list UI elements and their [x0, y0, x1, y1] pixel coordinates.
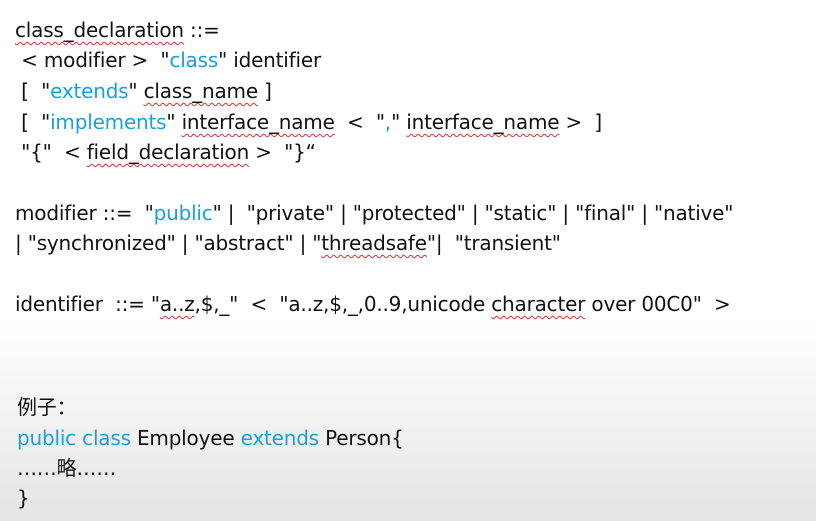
open-brace-token: "{" < [15, 140, 87, 164]
example-title: 例子： [17, 395, 77, 419]
implements-quote: " [166, 110, 182, 134]
extends-open-bracket: [ " [15, 79, 51, 103]
threadsafe-term: threadsafe [321, 231, 427, 255]
modifier-ref-text: < modifier > " [15, 48, 170, 72]
example-body: ……略…… [17, 456, 116, 480]
identifier-line: identifier ::= "a..z,$,_" < "a..z,$,_,0.… [15, 290, 731, 318]
modifier-class-line: < modifier > "class" identifier [15, 46, 321, 74]
identifier-term: identifier [15, 292, 103, 316]
keyword-public: public [153, 201, 213, 225]
field-declaration-term: field_declaration [86, 140, 250, 164]
keyword-implements: implements [50, 110, 167, 134]
implements-repeat-open: < " [334, 110, 385, 134]
example-class-name: Employee [130, 426, 241, 450]
modifier-line: modifier ::= "public" | "private" | "pro… [15, 199, 733, 227]
implements-line: [ "implements" interface_name < "," inte… [15, 108, 602, 136]
example-parent-class: Person{ [318, 426, 404, 450]
identifier-rule-2: over 00C0" > [585, 292, 731, 316]
modifier-options-1: " | "private" | "protected" | "static" |… [212, 201, 734, 225]
implements-close: > ] [559, 110, 603, 134]
class-declaration-term: class_declaration [15, 18, 184, 42]
keyword-class-example: class [82, 426, 131, 450]
modifier-options-2: | "synchronized" | "abstract" | " [15, 231, 322, 255]
identifier-rule-1: ,$,_" < "a..z,$,_,0..9,unicode [194, 292, 492, 316]
example-close-brace: } [17, 486, 30, 510]
identifier-operator: ::= " [102, 292, 160, 316]
character-term: character [491, 292, 586, 316]
modifier-definition-head: modifier ::= " [15, 201, 154, 225]
extends-line: [ "extends" class_name ] [15, 77, 272, 105]
identifier-range: a..z [159, 292, 195, 316]
extends-quote: " [128, 79, 144, 103]
slide: class_declaration ::= < modifier > "clas… [0, 0, 816, 521]
identifier-ref-text: " identifier [218, 48, 321, 72]
keyword-class: class [169, 48, 219, 72]
keyword-extends: extends [50, 79, 129, 103]
keyword-extends-example: extends [240, 426, 320, 450]
comma-quote: " [391, 110, 407, 134]
class-name-term: class_name [143, 79, 259, 103]
example-class-line: public class Employee extends Person{ [17, 424, 404, 452]
interface-name-term: interface_name [181, 110, 335, 134]
field-declaration-line: "{" < field_declaration > "}“ [15, 138, 316, 166]
class-declaration-line: class_declaration ::= [15, 16, 220, 44]
interface-name-term-repeat: interface_name [406, 110, 560, 134]
extends-close-bracket: ] [257, 79, 272, 103]
implements-open-bracket: [ " [15, 110, 51, 134]
definition-operator: ::= [183, 18, 220, 42]
keyword-public-example: public [17, 426, 76, 450]
modifier-options-3: "| "transient" [426, 231, 561, 255]
close-brace-token: > "}“ [249, 140, 316, 164]
modifier-line-2: | "synchronized" | "abstract" | "threads… [15, 229, 561, 257]
